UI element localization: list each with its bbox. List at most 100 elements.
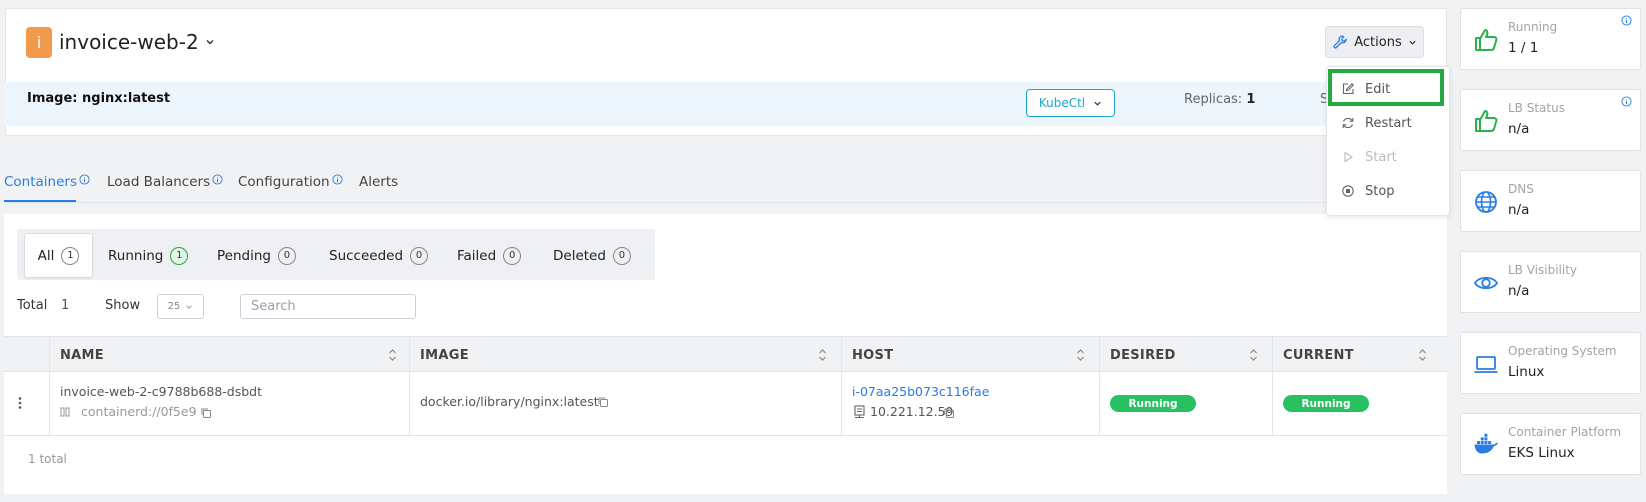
info-icon	[332, 174, 343, 185]
filter-succeeded[interactable]: Succeeded 0	[329, 233, 429, 278]
tab-containers[interactable]: Containers	[4, 174, 90, 190]
stat-card-dns: DNS n/a	[1460, 170, 1641, 232]
filter-count: 0	[612, 246, 631, 265]
stat-label: LB Visibility	[1508, 263, 1578, 277]
chevron-down-icon	[1408, 38, 1417, 47]
tab-configuration[interactable]: Configuration	[238, 174, 343, 190]
menu-item-label: Restart	[1365, 115, 1412, 131]
column-header-current[interactable]: CURRENT	[1283, 337, 1354, 373]
total-label: Total	[17, 298, 48, 313]
column-header-image[interactable]: IMAGE	[420, 337, 469, 373]
current-status-badge: Running	[1283, 395, 1369, 412]
filter-count: 0	[503, 246, 522, 265]
desired-status-badge: Running	[1110, 395, 1196, 412]
replicas-info: Replicas: 1	[1184, 92, 1255, 107]
stat-value: 1 / 1	[1508, 40, 1539, 56]
replicas-label: Replicas:	[1184, 92, 1243, 107]
column-header-host[interactable]: HOST	[852, 337, 893, 373]
kubectl-button[interactable]: KubeCtl	[1026, 89, 1115, 117]
active-tab-indicator	[4, 200, 76, 202]
stop-icon	[1341, 184, 1355, 198]
menu-item-label: Stop	[1365, 183, 1395, 199]
filter-deleted[interactable]: Deleted 0	[553, 233, 631, 278]
stat-value: Linux	[1508, 364, 1545, 380]
server-icon	[853, 405, 866, 419]
host-ip: 10.221.12.59	[870, 404, 954, 419]
container-id-icon	[60, 406, 73, 418]
stat-label: LB Status	[1508, 101, 1565, 115]
table-row: invoice-web-2-c9788b688-dsbdt containerd…	[4, 372, 1447, 436]
app-title: invoice-web-2	[59, 30, 199, 54]
app-avatar-badge: i	[26, 27, 52, 58]
container-image: docker.io/library/nginx:latest	[420, 394, 599, 409]
filter-label: Deleted	[553, 247, 606, 264]
filter-failed[interactable]: Failed 0	[457, 233, 522, 278]
stat-card-lb-status: LB Status n/a	[1460, 89, 1641, 151]
thumbs-up-icon	[1473, 27, 1499, 53]
show-label: Show	[105, 298, 141, 313]
filter-all[interactable]: All 1	[24, 233, 93, 278]
host-link[interactable]: i-07aa25b073c116fae	[852, 384, 989, 399]
sort-icon[interactable]	[388, 348, 397, 362]
stat-label: Operating System	[1508, 344, 1617, 358]
filter-label: Pending	[217, 247, 271, 264]
actions-button[interactable]: Actions	[1325, 26, 1424, 58]
column-header-name[interactable]: NAME	[60, 337, 104, 373]
filter-count: 1	[61, 246, 80, 265]
filter-count: 0	[277, 246, 296, 265]
sort-icon[interactable]	[1076, 348, 1085, 362]
docker-icon	[1473, 432, 1499, 458]
container-id: containerd://0f5e9	[81, 404, 197, 419]
menu-item-restart[interactable]: Restart	[1327, 106, 1451, 140]
play-icon	[1341, 150, 1355, 164]
filter-label: Succeeded	[329, 247, 404, 264]
filter-running[interactable]: Running 1	[108, 233, 189, 278]
menu-item-label: Start	[1365, 149, 1397, 165]
filter-label: Failed	[457, 247, 497, 264]
replicas-value: 1	[1246, 92, 1256, 107]
filter-count: 1	[170, 246, 189, 265]
info-icon	[212, 174, 223, 185]
page-size-select[interactable]: 25	[157, 294, 204, 319]
filter-pending[interactable]: Pending 0	[217, 233, 296, 278]
stat-value: n/a	[1508, 283, 1530, 299]
copy-icon[interactable]	[597, 396, 609, 408]
sort-icon[interactable]	[1249, 348, 1258, 362]
app-title-dropdown[interactable]: invoice-web-2	[59, 30, 215, 54]
chevron-down-icon	[185, 303, 193, 311]
chevron-down-icon	[1093, 99, 1102, 108]
restart-icon	[1341, 116, 1355, 130]
sort-icon[interactable]	[1418, 348, 1427, 362]
edit-highlight-box	[1328, 69, 1444, 106]
menu-item-start: Start	[1327, 140, 1451, 174]
search-input[interactable]	[240, 294, 416, 319]
copy-icon[interactable]	[943, 407, 955, 419]
row-menu-icon[interactable]	[18, 396, 22, 410]
tab-alerts[interactable]: Alerts	[359, 174, 398, 190]
info-icon[interactable]	[1621, 15, 1632, 26]
stat-label: DNS	[1508, 182, 1534, 196]
stat-card-running: Running 1 / 1	[1460, 8, 1641, 70]
total-value: 1	[61, 298, 70, 313]
sort-icon[interactable]	[818, 348, 827, 362]
stat-value: EKS Linux	[1508, 445, 1575, 461]
tab-label: Configuration	[238, 174, 330, 190]
page-size-value: 25	[167, 301, 181, 312]
menu-item-stop[interactable]: Stop	[1327, 174, 1451, 208]
tab-load-balancers[interactable]: Load Balancers	[107, 174, 223, 190]
tabs-divider	[4, 202, 1447, 203]
stat-card-operating-system: Operating System Linux	[1460, 332, 1641, 394]
info-icon[interactable]	[1621, 96, 1632, 107]
image-label: Image: nginx:latest	[27, 91, 171, 106]
tab-label: Load Balancers	[107, 174, 211, 190]
status-filter-bar: All 1 Running 1 Pending 0 Succeeded 0 Fa…	[17, 229, 655, 280]
filter-count: 0	[410, 246, 429, 265]
stat-card-lb-visibility: LB Visibility n/a	[1460, 251, 1641, 313]
stat-card-container-platform: Container Platform EKS Linux	[1460, 413, 1641, 475]
copy-icon[interactable]	[200, 407, 212, 419]
container-name: invoice-web-2-c9788b688-dsbdt	[60, 384, 263, 399]
table-header: NAME IMAGE HOST DESIRED CURRENT	[4, 336, 1447, 373]
filter-label: Running	[108, 247, 164, 264]
column-header-desired[interactable]: DESIRED	[1110, 337, 1176, 373]
table-footer-total: 1 total	[28, 452, 67, 466]
